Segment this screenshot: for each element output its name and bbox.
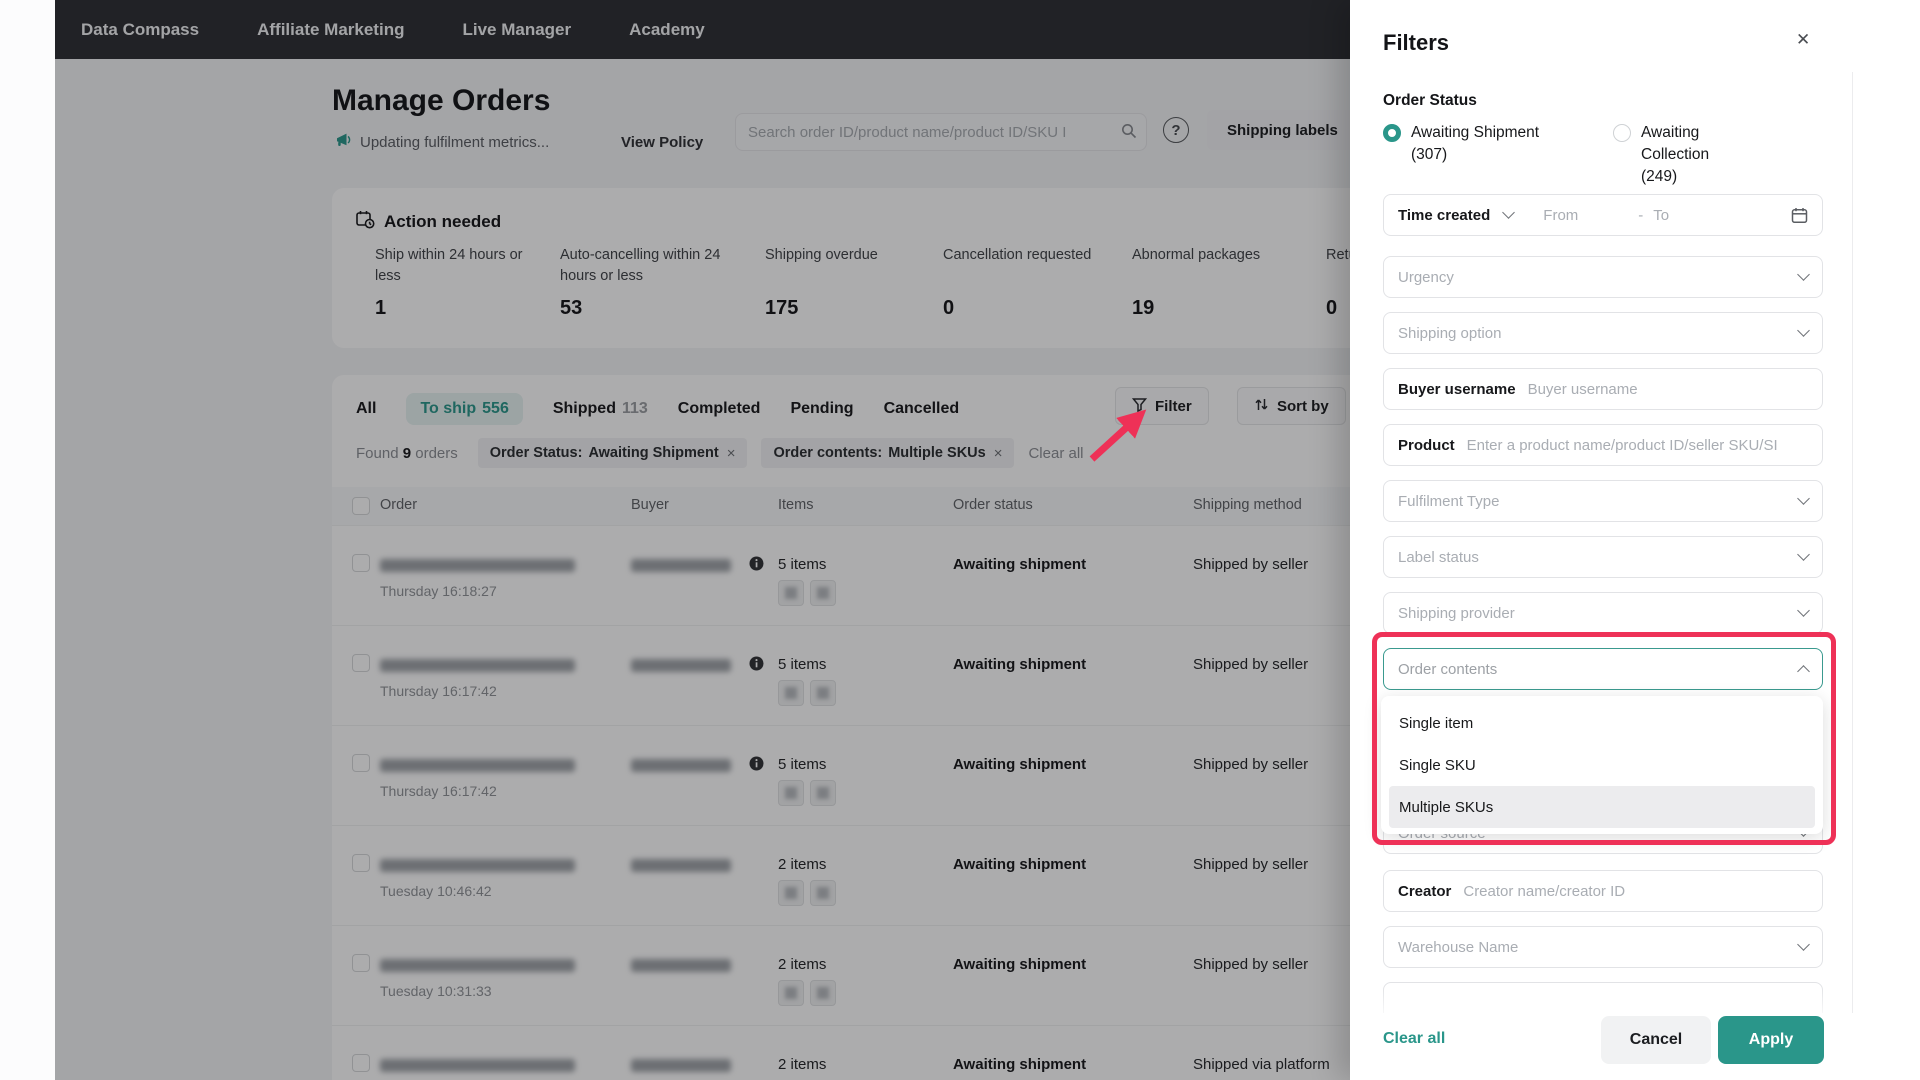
chevron-down-icon — [1797, 604, 1810, 617]
chevron-down-icon — [1797, 492, 1810, 505]
product-field[interactable]: Product Enter a product name/product ID/… — [1383, 424, 1823, 466]
date-to-placeholder[interactable]: To — [1653, 207, 1669, 224]
dropdown-option-multiple-skus[interactable]: Multiple SKUs — [1389, 786, 1815, 828]
modal-dim-overlay — [55, 0, 1350, 1080]
chevron-down-icon — [1797, 268, 1810, 281]
urgency-select[interactable]: Urgency — [1383, 256, 1823, 298]
chevron-down-icon — [1797, 324, 1810, 337]
warehouse-name-select[interactable]: Warehouse Name — [1383, 926, 1823, 968]
radio-awaiting-shipment[interactable]: Awaiting Shipment(307) — [1383, 122, 1539, 166]
order-contents-dropdown: Single item Single SKU Multiple SKUs — [1381, 696, 1823, 834]
radio-unselected-icon[interactable] — [1613, 124, 1631, 142]
order-contents-select[interactable]: Order contents — [1383, 648, 1823, 690]
calendar-icon[interactable] — [1791, 207, 1808, 224]
dropdown-option-single-sku[interactable]: Single SKU — [1381, 744, 1823, 786]
fulfilment-type-select[interactable]: Fulfilment Type — [1383, 480, 1823, 522]
order-status-label: Order Status — [1383, 92, 1477, 110]
buyer-username-field[interactable]: Buyer username Buyer username — [1383, 368, 1823, 410]
chevron-down-icon — [1797, 548, 1810, 561]
shipping-option-select[interactable]: Shipping option — [1383, 312, 1823, 354]
panel-scrollbar[interactable] — [1852, 72, 1853, 1080]
chevron-down-icon — [1502, 206, 1515, 219]
date-from-placeholder[interactable]: From — [1543, 207, 1578, 224]
filters-panel-title: Filters — [1383, 30, 1449, 56]
time-created-field[interactable]: Time created From - To — [1383, 194, 1823, 236]
chevron-up-icon — [1797, 665, 1810, 678]
filters-panel: Filters ✕ Order Status Awaiting Shipment… — [1350, 0, 1920, 1080]
order-status-radios: Awaiting Shipment(307) Awaiting Collecti… — [1383, 122, 1539, 166]
cancel-button[interactable]: Cancel — [1601, 1016, 1711, 1064]
label-status-select[interactable]: Label status — [1383, 536, 1823, 578]
radio-selected-icon[interactable] — [1383, 124, 1401, 142]
chevron-down-icon — [1797, 938, 1810, 951]
apply-button[interactable]: Apply — [1718, 1016, 1824, 1064]
panel-clear-all-link[interactable]: Clear all — [1383, 1030, 1445, 1048]
left-margin — [0, 0, 55, 1080]
shipping-provider-select[interactable]: Shipping provider — [1383, 592, 1823, 634]
screen: Data Compass Affiliate Marketing Live Ma… — [0, 0, 1920, 1080]
dropdown-option-single-item[interactable]: Single item — [1381, 702, 1823, 744]
creator-field[interactable]: Creator Creator name/creator ID — [1383, 870, 1823, 912]
close-icon[interactable]: ✕ — [1796, 30, 1810, 50]
radio-awaiting-collection[interactable]: Awaiting Collection(249) — [1613, 122, 1709, 188]
